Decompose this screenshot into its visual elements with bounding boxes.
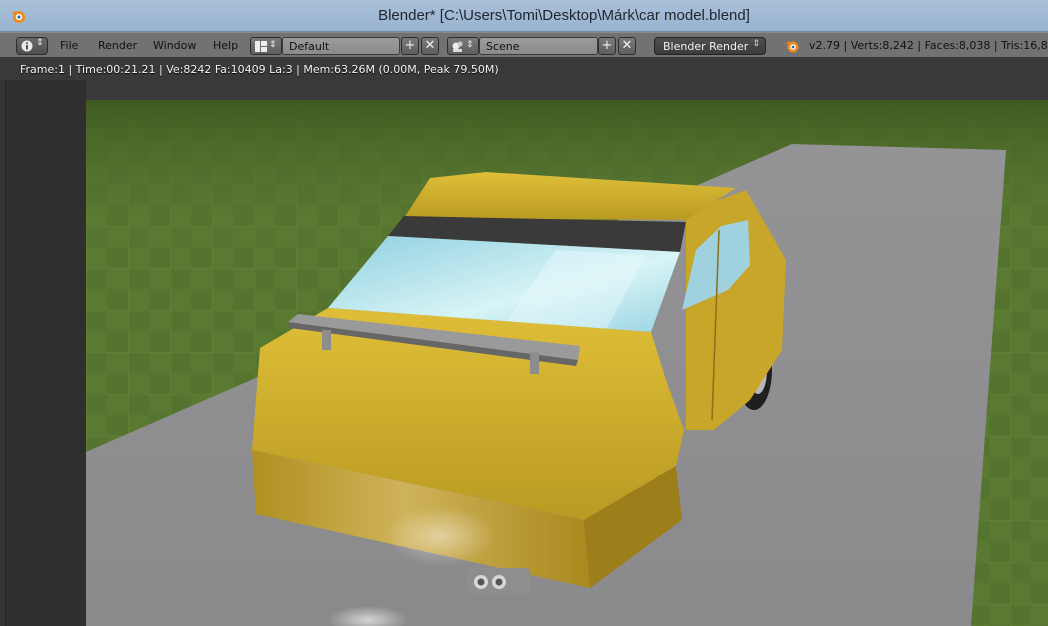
scene-stats: v2.79 | Verts:8,242 | Faces:8,038 | Tris…	[809, 39, 1048, 52]
scene-browse-button[interactable]: ⇕	[447, 37, 479, 55]
render-engine-dropdown[interactable]: Blender Render ⇕	[654, 37, 766, 55]
viewport-left-strip	[0, 80, 86, 626]
delete-scene-button[interactable]: ✕	[618, 37, 636, 55]
chevron-updown-icon: ⇕	[269, 40, 277, 50]
render-result-image	[86, 100, 1048, 626]
editor-type-button[interactable]: ⇕	[16, 37, 48, 55]
close-icon: ✕	[621, 38, 633, 53]
layout-name-field[interactable]: Default	[282, 37, 400, 55]
render-info-text: Frame:1 | Time:00:21.21 | Ve:8242 Fa:104…	[20, 63, 499, 76]
screen-layout-icon	[255, 41, 267, 52]
window-titlebar: Blender* [C:\Users\Tomi\Desktop\Márk\car…	[0, 0, 1048, 32]
chevron-updown-icon: ⇕	[466, 40, 474, 50]
delete-layout-button[interactable]: ✕	[421, 37, 439, 55]
render-viewport[interactable]: Frame:1 | Time:00:21.21 | Ve:8242 Fa:104…	[0, 58, 1048, 626]
menu-window[interactable]: Window	[153, 39, 196, 52]
close-icon: ✕	[424, 38, 436, 53]
scene-icon	[452, 41, 463, 52]
scene-name-field[interactable]: Scene	[479, 37, 598, 55]
menu-help[interactable]: Help	[213, 39, 238, 52]
info-header: ⇕ File Render Window Help ⇕ Default + ✕ …	[0, 32, 1048, 58]
info-editor-icon	[21, 40, 33, 52]
plus-icon: +	[601, 38, 613, 53]
chevron-updown-icon: ⇕	[752, 39, 760, 49]
add-layout-button[interactable]: +	[401, 37, 419, 55]
viewport-top-band	[86, 80, 1048, 100]
layout-browse-button[interactable]: ⇕	[250, 37, 282, 55]
plus-icon: +	[404, 38, 416, 53]
chevron-updown-icon: ⇕	[36, 38, 44, 48]
add-scene-button[interactable]: +	[598, 37, 616, 55]
menu-render[interactable]: Render	[98, 39, 137, 52]
menu-file[interactable]: File	[60, 39, 78, 52]
window-title: Blender* [C:\Users\Tomi\Desktop\Márk\car…	[378, 7, 750, 24]
render-engine-icon	[785, 41, 799, 53]
render-engine-label: Blender Render	[663, 40, 749, 53]
